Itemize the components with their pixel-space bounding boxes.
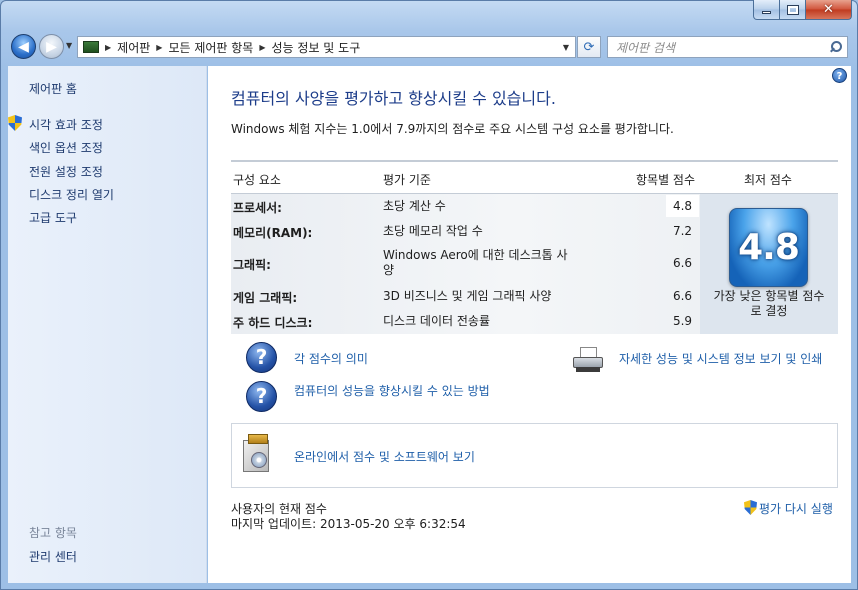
row-gaming-score: 6.6 xyxy=(672,289,693,303)
last-update-label: 마지막 업데이트: 2013-05-20 오후 6:32:54 xyxy=(231,517,466,531)
question-icon: ? xyxy=(246,342,277,373)
back-button[interactable]: ◀ xyxy=(11,34,36,59)
sidebar-item-indexing[interactable]: 색인 옵션 조정 xyxy=(29,139,103,156)
control-panel-icon xyxy=(83,41,99,53)
help-icon[interactable]: ? xyxy=(832,68,847,83)
row-processor-rated: 초당 계산 수 xyxy=(383,199,446,213)
recent-pages-dropdown[interactable]: ▼ xyxy=(66,41,72,50)
software-box-icon xyxy=(239,434,275,474)
row-memory-rated: 초당 메모리 작업 수 xyxy=(383,224,483,238)
sidebar-home-link[interactable]: 제어판 홈 xyxy=(29,80,77,97)
row-processor-score: 4.8 xyxy=(672,199,693,213)
back-arrow-icon: ◀ xyxy=(18,38,29,55)
header-component: 구성 요소 xyxy=(233,173,281,187)
refresh-icon: ⟳ xyxy=(583,39,595,55)
base-score-badge: 4.8 xyxy=(729,208,808,287)
header-rated: 평가 기준 xyxy=(383,173,431,187)
row-memory-score: 7.2 xyxy=(672,224,693,238)
breadcrumb-all-items[interactable]: 모든 제어판 항목 xyxy=(168,39,253,56)
link-score-meaning[interactable]: 각 점수의 의미 xyxy=(294,350,368,367)
search-box[interactable]: 제어판 검색 xyxy=(607,36,848,58)
row-graphics-label: 그래픽: xyxy=(233,258,271,272)
printer-tray-shape xyxy=(576,367,600,372)
forward-arrow-icon: ▶ xyxy=(46,38,57,55)
sidebar-item-power[interactable]: 전원 설정 조정 xyxy=(29,163,103,180)
row-gaming-label: 게임 그래픽: xyxy=(233,291,298,305)
printer-icon xyxy=(571,345,605,373)
question-icon: ? xyxy=(246,381,277,412)
search-icon[interactable] xyxy=(829,41,842,53)
caption-buttons: ✕ xyxy=(753,0,852,21)
row-disk-score: 5.9 xyxy=(672,314,693,328)
forward-button[interactable]: ▶ xyxy=(39,34,64,59)
maximize-icon xyxy=(786,4,799,15)
row-memory-label: 메모리(RAM): xyxy=(233,226,313,240)
maximize-button[interactable] xyxy=(780,0,806,20)
breadcrumb-separator-icon[interactable]: ▶ xyxy=(259,43,265,52)
page-title: 컴퓨터의 사양을 평가하고 향상시킬 수 있습니다. xyxy=(231,89,556,108)
rerun-assessment-link[interactable]: 평가 다시 실행 xyxy=(759,500,833,517)
address-bar[interactable]: ▶ 제어판 ▶ 모든 제어판 항목 ▶ 성능 정보 및 도구 ▼ xyxy=(77,36,576,58)
row-graphics-score: 6.6 xyxy=(672,256,693,270)
breadcrumb-separator-icon[interactable]: ▶ xyxy=(156,43,162,52)
address-dropdown-icon[interactable]: ▼ xyxy=(557,43,575,52)
breadcrumb-control-panel[interactable]: 제어판 xyxy=(117,39,150,56)
breadcrumb-separator-icon[interactable]: ▶ xyxy=(105,43,111,52)
breadcrumb-performance[interactable]: 성능 정보 및 도구 xyxy=(272,39,361,56)
header-subscore: 항목별 점수 xyxy=(636,173,696,187)
search-input[interactable]: 제어판 검색 xyxy=(616,39,675,56)
sidebar-item-visual-effects[interactable]: 시각 효과 조정 xyxy=(29,116,103,133)
sidebar-item-disk-cleanup[interactable]: 디스크 정리 열기 xyxy=(29,186,114,203)
base-score-caption: 가장 낮은 항목별 점수로 결정 xyxy=(713,289,825,318)
row-disk-rated: 디스크 데이터 전송률 xyxy=(383,314,490,328)
sidebar-item-advanced-tools[interactable]: 고급 도구 xyxy=(29,209,77,226)
minimize-button[interactable] xyxy=(753,0,780,20)
link-print-details[interactable]: 자세한 성능 및 시스템 정보 보기 및 인쇄 xyxy=(619,350,822,367)
sidebar-see-also: 참고 항목 xyxy=(29,526,77,540)
sidebar-action-center-link[interactable]: 관리 센터 xyxy=(29,548,77,565)
row-disk-label: 주 하드 디스크: xyxy=(233,316,313,330)
row-graphics-rated: Windows Aero에 대한 데스크톱 사양 xyxy=(383,248,568,277)
software-disc-shape xyxy=(251,452,267,468)
software-box-lid-shape xyxy=(248,434,268,444)
close-button[interactable]: ✕ xyxy=(806,0,852,20)
close-icon: ✕ xyxy=(823,2,834,17)
table-top-rule xyxy=(231,160,838,162)
row-processor-label: 프로세서: xyxy=(233,201,282,215)
link-online-scores[interactable]: 온라인에서 점수 및 소프트웨어 보기 xyxy=(294,448,475,465)
link-improve-performance[interactable]: 컴퓨터의 성능을 향상시킬 수 있는 방법 xyxy=(294,382,490,399)
refresh-button[interactable]: ⟳ xyxy=(577,36,601,58)
page-subtitle: Windows 체험 지수는 1.0에서 7.9까지의 점수로 주요 시스템 구… xyxy=(231,122,674,136)
minimize-icon xyxy=(762,11,771,14)
header-base-score: 최저 점수 xyxy=(744,173,792,187)
row-gaming-rated: 3D 비즈니스 및 게임 그래픽 사양 xyxy=(383,289,552,303)
base-score-value: 4.8 xyxy=(738,227,800,268)
